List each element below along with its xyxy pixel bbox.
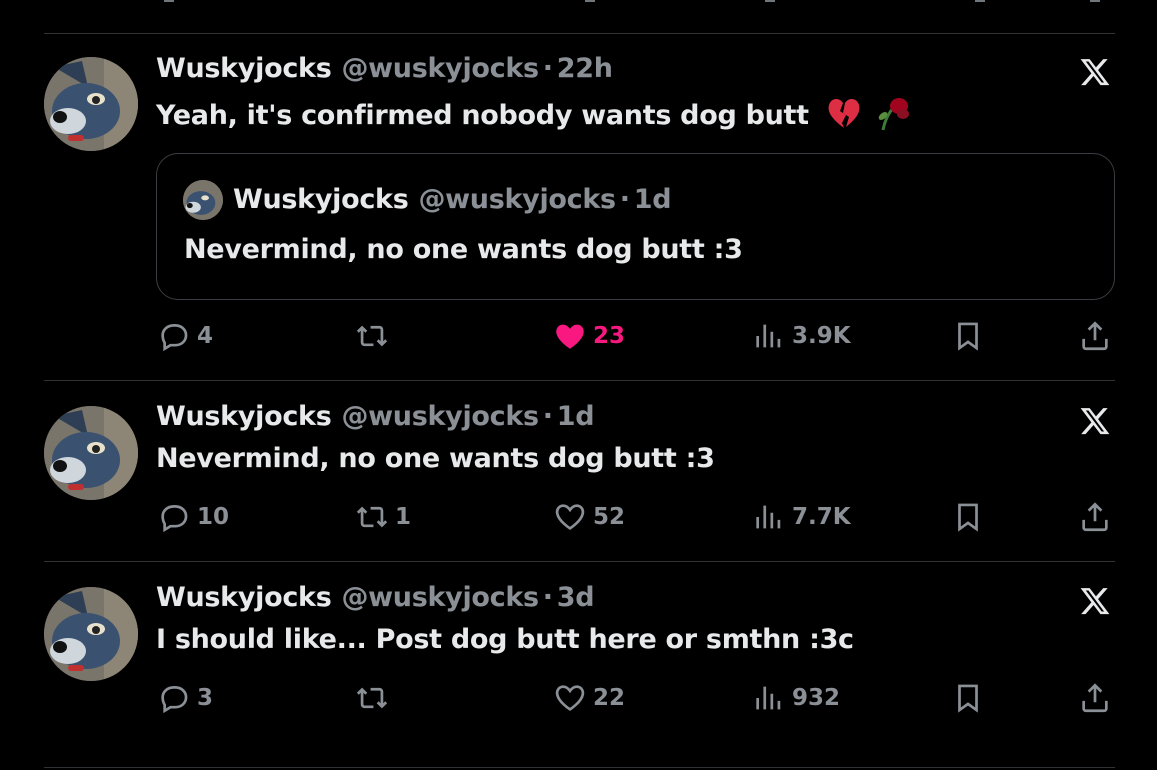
like-count: 22 [593, 685, 626, 711]
views-button[interactable]: 7.7K [752, 497, 851, 537]
tweet-header: Wuskyjocks @wuskyjocks · 22h [156, 53, 613, 84]
reply-bubble-icon [157, 500, 191, 534]
dog-avatar-icon [183, 180, 223, 220]
x-logo-icon [1078, 56, 1112, 88]
like-count: 52 [593, 504, 626, 530]
broken-heart-emoji [826, 95, 862, 138]
x-logo-icon [1078, 405, 1112, 437]
separator-dot: · [542, 401, 553, 432]
heart-icon [553, 319, 587, 353]
repost-icon [355, 500, 389, 534]
reply-button[interactable]: 4 [157, 316, 213, 356]
reply-bubble-icon [157, 319, 191, 353]
share-icon [1078, 500, 1112, 534]
author-name[interactable]: Wuskyjocks [156, 582, 332, 613]
author-name[interactable]: Wuskyjocks [156, 401, 332, 432]
share-icon [1078, 319, 1112, 353]
reply-count: 4 [197, 323, 214, 349]
quoted-timestamp: 1d [633, 184, 672, 215]
views-button[interactable]: 932 [752, 678, 840, 718]
avatar[interactable] [44, 587, 138, 681]
divider [44, 380, 1115, 381]
quoted-author-name: Wuskyjocks [233, 184, 409, 215]
views-bars-icon [752, 681, 786, 715]
reply-bubble-icon [157, 681, 191, 715]
repost-count: 1 [395, 504, 412, 530]
dog-avatar-icon [44, 57, 138, 151]
reply-count: 10 [197, 504, 230, 530]
views-bars-icon [752, 319, 786, 353]
view-count: 3.9K [792, 323, 851, 349]
timestamp[interactable]: 22h [557, 53, 613, 84]
x-logo-icon [1078, 585, 1112, 617]
view-count: 7.7K [792, 504, 851, 530]
view-count: 932 [792, 685, 841, 711]
share-button[interactable] [1078, 678, 1112, 718]
views-button[interactable]: 3.9K [752, 316, 851, 356]
tweet-text: Nevermind, no one wants dog butt :3 [156, 443, 715, 474]
like-button[interactable]: 52 [553, 497, 625, 537]
repost-button[interactable] [355, 678, 395, 718]
tweet-actions: 10 1 52 7.7K [0, 497, 1157, 537]
timestamp[interactable]: 3d [557, 582, 595, 613]
reply-button[interactable]: 10 [157, 497, 229, 537]
divider [44, 33, 1115, 34]
share-icon [1078, 681, 1112, 715]
tweet-header: Wuskyjocks @wuskyjocks · 1d [156, 401, 595, 432]
heart-icon [553, 681, 587, 715]
share-button[interactable] [1078, 316, 1112, 356]
divider [44, 767, 1115, 768]
separator-dot: · [542, 53, 553, 84]
quoted-author-handle: @wuskyjocks [418, 184, 616, 215]
bookmark-icon [951, 681, 985, 715]
repost-icon [355, 681, 389, 715]
divider [44, 561, 1115, 562]
bookmark-icon [951, 500, 985, 534]
repost-button[interactable]: 1 [355, 497, 411, 537]
dog-avatar-icon [44, 587, 138, 681]
reply-button[interactable]: 3 [157, 678, 213, 718]
quoted-tweet[interactable]: Wuskyjocks @wuskyjocks · 1d Nevermind, n… [156, 153, 1115, 300]
author-handle[interactable]: @wuskyjocks [341, 53, 539, 84]
tweet-actions: 3 22 932 [0, 678, 1157, 718]
repost-button[interactable] [355, 316, 395, 356]
tweet-header: Wuskyjocks @wuskyjocks · 3d [156, 582, 595, 613]
quoted-tweet-header: Wuskyjocks @wuskyjocks · 1d [233, 184, 672, 215]
separator-dot: · [619, 184, 630, 215]
tweet-text: I should like... Post dog butt here or s… [156, 624, 854, 655]
bookmark-button[interactable] [951, 497, 985, 537]
wilted-flower-emoji [873, 94, 911, 139]
views-bars-icon [752, 500, 786, 534]
tweet-text: Yeah, it's confirmed nobody wants dog bu… [156, 94, 911, 139]
author-name[interactable]: Wuskyjocks [156, 53, 332, 84]
author-handle[interactable]: @wuskyjocks [341, 401, 539, 432]
avatar[interactable] [44, 57, 138, 151]
previous-tweet-actions-remnant [0, 0, 1157, 34]
separator-dot: · [542, 582, 553, 613]
author-handle[interactable]: @wuskyjocks [341, 582, 539, 613]
tweet-actions: 4 23 3.9K [0, 316, 1157, 356]
tweet-text-content: Yeah, it's confirmed nobody wants dog bu… [156, 100, 809, 131]
bookmark-button[interactable] [951, 316, 985, 356]
bookmark-icon [951, 319, 985, 353]
reply-count: 3 [197, 685, 214, 711]
share-button[interactable] [1078, 497, 1112, 537]
quoted-avatar [183, 180, 223, 220]
timestamp[interactable]: 1d [557, 401, 595, 432]
quoted-tweet-text: Nevermind, no one wants dog butt :3 [184, 234, 743, 265]
dog-avatar-icon [44, 406, 138, 500]
repost-icon [355, 319, 389, 353]
like-button[interactable]: 22 [553, 678, 625, 718]
bookmark-button[interactable] [951, 678, 985, 718]
like-button[interactable]: 23 [553, 316, 625, 356]
heart-icon [553, 500, 587, 534]
avatar[interactable] [44, 406, 138, 500]
like-count: 23 [593, 323, 626, 349]
